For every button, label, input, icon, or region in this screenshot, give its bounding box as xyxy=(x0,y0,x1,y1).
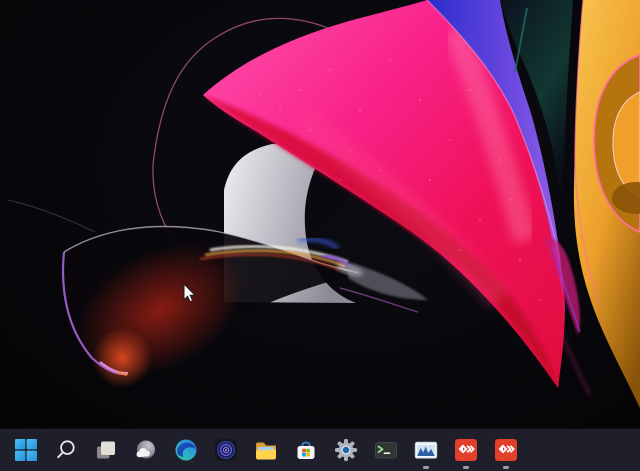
cortana-button[interactable] xyxy=(206,429,246,471)
taskbar xyxy=(0,429,640,471)
task-manager-graph-icon xyxy=(414,438,438,462)
desktop xyxy=(0,0,640,471)
search-icon xyxy=(54,438,78,462)
task-view-icon xyxy=(94,438,118,462)
red-diamond-chevrons-icon xyxy=(494,438,518,462)
concentric-rings-icon xyxy=(214,438,238,462)
running-indicator xyxy=(503,466,509,469)
running-indicator xyxy=(463,466,469,469)
windows-start-icon xyxy=(14,438,38,462)
file-explorer-button[interactable] xyxy=(246,429,286,471)
search-button[interactable] xyxy=(46,429,86,471)
start-button[interactable] xyxy=(6,429,46,471)
terminal-icon xyxy=(374,438,398,462)
folder-icon xyxy=(254,438,278,462)
task-manager-button[interactable] xyxy=(406,429,446,471)
wallpaper-bloom xyxy=(0,0,640,471)
microsoft-store-button[interactable] xyxy=(286,429,326,471)
red-diamond-chevrons-icon xyxy=(454,438,478,462)
red-pinned-app-2-button[interactable] xyxy=(486,429,526,471)
edge-button[interactable] xyxy=(166,429,206,471)
settings-button[interactable] xyxy=(326,429,366,471)
edge-icon xyxy=(174,438,198,462)
widgets-button[interactable] xyxy=(126,429,166,471)
widgets-weather-icon xyxy=(134,438,158,462)
gear-icon xyxy=(334,438,358,462)
red-pinned-app-1-button[interactable] xyxy=(446,429,486,471)
task-view-button[interactable] xyxy=(86,429,126,471)
store-bag-icon xyxy=(294,438,318,462)
running-indicator xyxy=(423,466,429,469)
terminal-button[interactable] xyxy=(366,429,406,471)
